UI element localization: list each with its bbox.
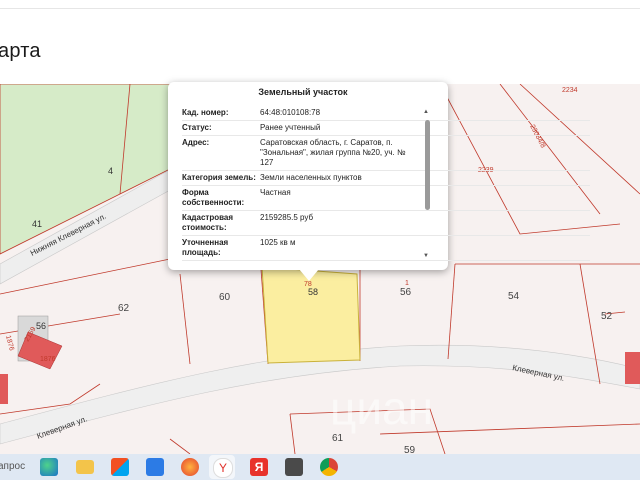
info-key: Форма собственности: xyxy=(182,188,245,207)
parcel-label: 41 xyxy=(32,219,42,229)
parcel-label: 58 xyxy=(308,287,318,297)
info-row-address: Адрес: Саратовская область, г. Саратов, … xyxy=(182,136,590,171)
cadastral-number-label: 1 xyxy=(405,280,409,287)
firefox-icon[interactable] xyxy=(181,458,199,476)
page-title: арта xyxy=(0,40,41,62)
parcel-label: 54 xyxy=(508,291,520,302)
parcel-info-popup: Земельный участок Кад. номер: 64:48:0101… xyxy=(168,82,590,270)
info-row-cadastral-number: Кад. номер: 64:48:010108:78 xyxy=(182,106,590,121)
mail-icon[interactable] xyxy=(146,458,164,476)
windows-taskbar: апрос Y Я xyxy=(0,454,640,480)
info-row-status: Статус: Ранее учтенный xyxy=(182,121,590,136)
popup-scrollbar[interactable] xyxy=(425,120,430,210)
info-key: Статус: xyxy=(182,123,212,132)
watermark: циан xyxy=(330,382,433,434)
info-key: Адрес: xyxy=(182,138,210,147)
parcel-label: 62 xyxy=(118,303,130,314)
taskbar-search[interactable]: апрос xyxy=(0,461,25,472)
store-icon[interactable] xyxy=(111,458,129,476)
yandex-browser-icon[interactable]: Y xyxy=(213,458,233,478)
folder-icon[interactable] xyxy=(76,460,94,474)
cadastral-number-label: 2234 xyxy=(562,87,578,94)
info-row-area: Уточненная площадь: 1025 кв м xyxy=(182,236,590,261)
parcel-label: 56 xyxy=(400,287,412,298)
info-value: Саратовская область, г. Саратов, п. "Зон… xyxy=(260,138,406,167)
calculator-icon[interactable] xyxy=(285,458,303,476)
chrome-icon[interactable] xyxy=(320,458,338,476)
info-key: Кад. номер: xyxy=(182,108,229,117)
info-value: 2159285.5 руб xyxy=(260,213,314,222)
header-bar: арта xyxy=(0,0,640,84)
parcel-label: 52 xyxy=(601,311,613,322)
building-red-edge xyxy=(0,374,8,404)
info-key: Кадастровая стоимость: xyxy=(182,213,234,232)
info-key: Категория земель: xyxy=(182,173,256,182)
edge-icon[interactable] xyxy=(40,458,58,476)
parcel-label: 59 xyxy=(404,445,416,454)
popup-title: Земельный участок xyxy=(258,87,348,97)
scroll-down-arrow-icon[interactable]: ▼ xyxy=(423,253,429,259)
header-top-line xyxy=(0,0,640,9)
building-red-right xyxy=(625,352,640,384)
info-row-ownership: Форма собственности: Частная xyxy=(182,186,590,211)
popup-pointer xyxy=(299,269,319,281)
yandex-icon[interactable]: Я xyxy=(250,458,268,476)
cadastral-number-label: 78 xyxy=(304,281,312,288)
popup-info-table: Кад. номер: 64:48:010108:78 Статус: Ране… xyxy=(182,106,590,261)
parcel-label: 60 xyxy=(219,292,231,303)
info-row-cadastral-value: Кадастровая стоимость: 2159285.5 руб xyxy=(182,211,590,236)
info-key: Уточненная площадь: xyxy=(182,238,229,257)
info-row-category: Категория земель: Земли населенных пункт… xyxy=(182,171,590,186)
scroll-up-arrow-icon[interactable]: ▲ xyxy=(423,109,429,115)
cadastral-number-label: 1876 xyxy=(40,356,56,363)
parcel-label: 4 xyxy=(108,166,113,176)
cadastral-number-label: 1876 xyxy=(4,335,15,352)
parcel-label: 61 xyxy=(332,433,344,444)
